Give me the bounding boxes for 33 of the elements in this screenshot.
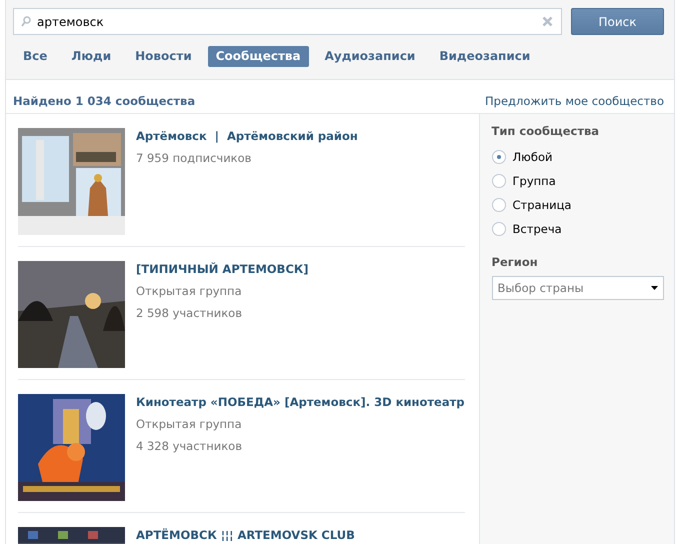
tab[interactable]: Сообщества [208,46,309,67]
radio-label: Группа [512,174,556,188]
tab[interactable]: Новости [127,46,200,67]
suggest-link[interactable]: Предложить мое сообщество [485,94,664,108]
filter-heading: Регион [492,255,539,269]
close-icon[interactable] [542,16,553,27]
caret-icon [651,286,658,290]
search-icon [21,16,31,27]
tab[interactable]: Люди [63,46,120,67]
community-info: Открытая группа [136,417,243,431]
search-field[interactable]: артемовск [13,8,562,35]
community-title[interactable]: АРТЁМОВСК ¦¦¦ ARTEMOVSK CLUB [136,528,355,542]
radio-button[interactable] [492,198,506,212]
radio-label: Страница [512,198,572,212]
radio-button[interactable] [492,174,506,188]
filter-heading: Тип сообщества [492,124,600,138]
community-title[interactable]: Кинотеатр «ПОБЕДА» [Артемовск]. 3D кинотеатр [136,395,465,409]
search-button[interactable]: Поиск [571,8,664,35]
community-info: 7 959 подписчиков [136,151,252,165]
radio-label: Встреча [512,222,562,236]
tab[interactable]: Все [15,46,56,67]
community-info: 4 328 участников [136,439,243,453]
country-select[interactable]: Выбор страны [492,276,664,300]
community-title[interactable]: [ТИПИЧНЫЙ АРТЕМОВСК] [136,262,309,276]
tab[interactable]: Видеозаписи [431,46,538,67]
radio-button[interactable] [492,222,506,236]
community-info: Открытая группа [136,284,243,298]
tab[interactable]: Аудиозаписи [316,46,424,67]
community-info: 2 598 участников [136,306,243,320]
radio-button[interactable] [492,150,506,164]
community-title[interactable]: Артёмовск | Артёмовский район [136,129,358,143]
radio-label: Любой [512,150,552,164]
results-count: Найдено 1 034 сообщества [13,94,196,108]
